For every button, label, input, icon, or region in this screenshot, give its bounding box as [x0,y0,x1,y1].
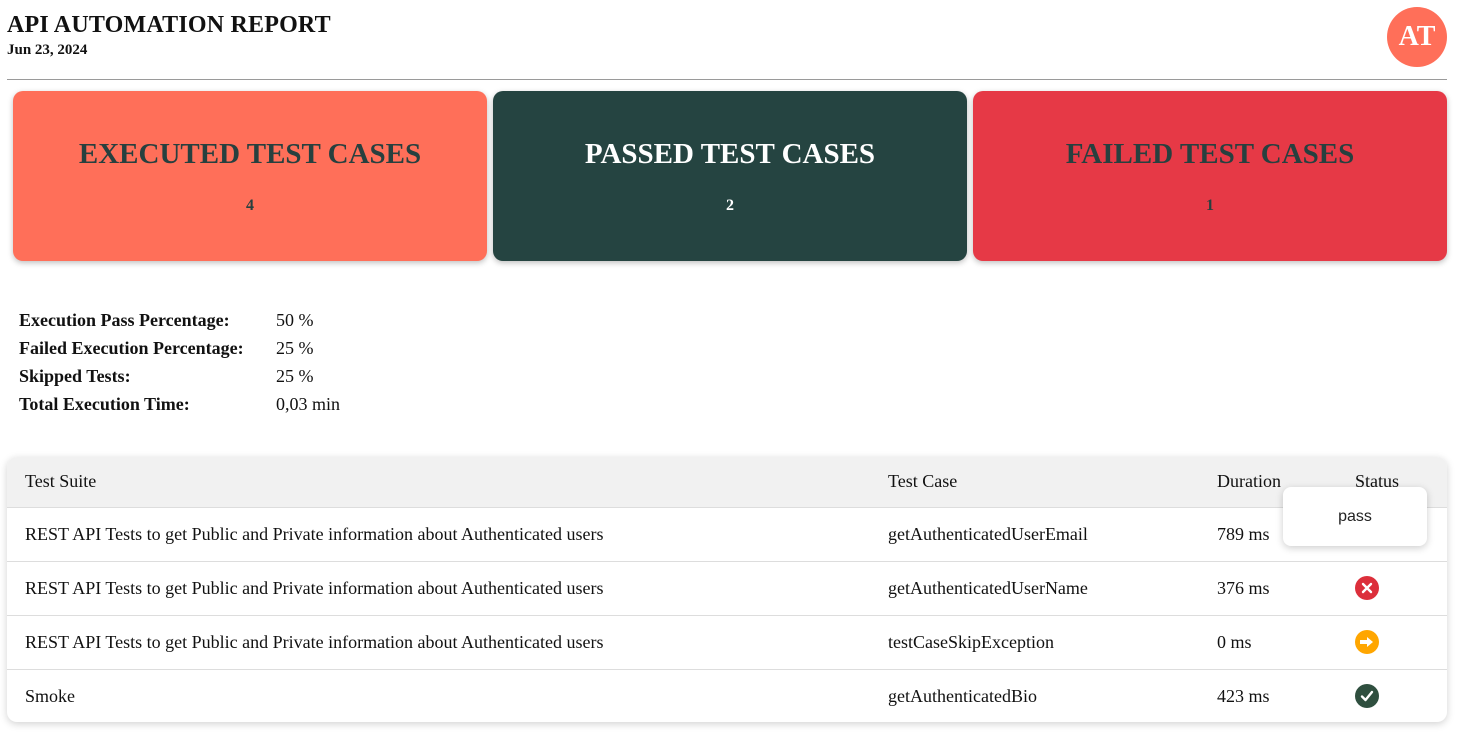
stat-row: Total Execution Time: 0,03 min [19,392,619,420]
status-tooltip: pass [1283,487,1427,546]
column-header-test-case[interactable]: Test Case [888,471,957,492]
table-header: Test Suite Test Case Duration Status [7,457,1447,508]
executed-card: EXECUTED TEST CASES 4 [13,91,487,261]
stat-row: Failed Execution Percentage: 25 % [19,336,619,364]
stat-value: 50 % [276,310,314,330]
summary-cards: EXECUTED TEST CASES 4 PASSED TEST CASES … [13,91,1447,261]
arrow-right-circle-icon[interactable] [1355,630,1379,654]
cell-test-case: getAuthenticatedUserName [888,578,1088,598]
stat-value: 0,03 min [276,394,341,414]
stat-label: Failed Execution Percentage: [19,338,244,358]
page-title: API AUTOMATION REPORT [7,12,331,38]
cell-test-case: testCaseSkipException [888,632,1054,652]
table-row[interactable]: REST API Tests to get Public and Private… [7,616,1447,670]
x-circle-icon[interactable] [1355,576,1379,600]
failed-card-value: 1 [1206,197,1214,214]
passed-card: PASSED TEST CASES 2 [493,91,967,261]
table-row[interactable]: Smoke getAuthenticatedBio 423 ms [7,670,1447,722]
stat-value: 25 % [276,366,314,386]
cell-test-case: getAuthenticatedUserEmail [888,524,1088,544]
passed-card-title: PASSED TEST CASES [584,138,876,170]
stat-label: Total Execution Time: [19,394,190,414]
cell-test-suite: REST API Tests to get Public and Private… [25,632,604,652]
report-header: API AUTOMATION REPORT Jun 23, 2024 AT [7,0,1447,79]
stat-label: Skipped Tests: [19,366,131,386]
header-divider [7,79,1447,80]
stat-label: Execution Pass Percentage: [19,310,230,330]
avatar[interactable]: AT [1387,7,1447,67]
passed-card-value: 2 [726,197,734,214]
report-date: Jun 23, 2024 [7,42,88,58]
table-row[interactable]: REST API Tests to get Public and Private… [7,508,1447,562]
cell-duration: 423 ms [1217,686,1270,706]
column-header-duration[interactable]: Duration [1217,471,1281,492]
failed-card: FAILED TEST CASES 1 [973,91,1447,261]
stat-value: 25 % [276,338,314,358]
check-circle-icon[interactable] [1355,684,1379,708]
executed-card-title: EXECUTED TEST CASES [78,138,422,170]
cell-test-suite: REST API Tests to get Public and Private… [25,524,604,544]
table-row[interactable]: REST API Tests to get Public and Private… [7,562,1447,616]
cell-test-suite: Smoke [25,686,76,706]
cell-duration: 0 ms [1217,632,1252,652]
results-table: Test Suite Test Case Duration Status RES… [7,457,1447,722]
cell-test-suite: REST API Tests to get Public and Private… [25,578,604,598]
column-header-test-suite[interactable]: Test Suite [25,471,96,492]
cell-duration: 376 ms [1217,578,1270,598]
stat-row: Execution Pass Percentage: 50 % [19,308,619,336]
executed-card-value: 4 [246,197,254,214]
execution-stats: Execution Pass Percentage: 50 % Failed E… [19,308,619,420]
stat-row: Skipped Tests: 25 % [19,364,619,392]
cell-duration: 789 ms [1217,524,1270,544]
cell-test-case: getAuthenticatedBio [888,686,1037,706]
failed-card-title: FAILED TEST CASES [1065,138,1355,170]
